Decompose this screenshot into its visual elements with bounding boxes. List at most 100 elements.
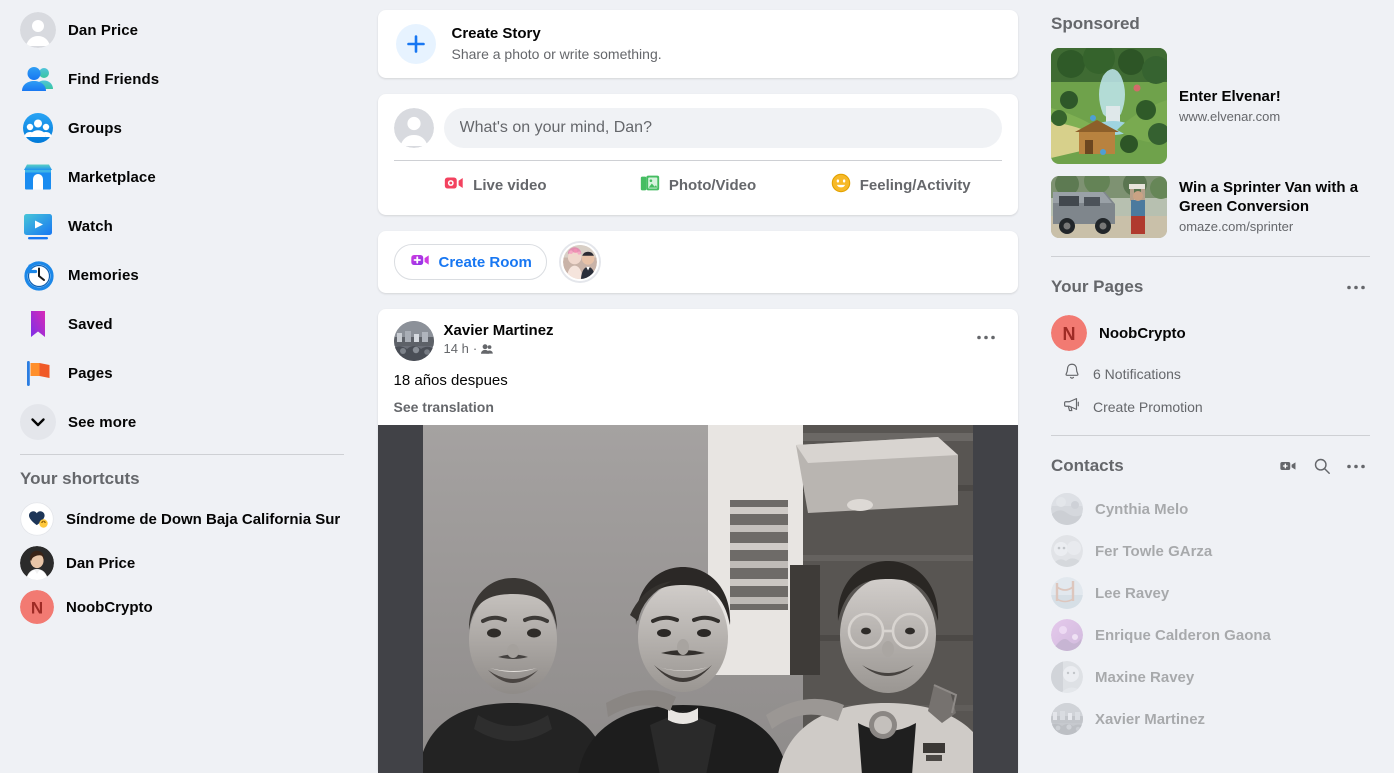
rooms-card: Create Room bbox=[377, 231, 1018, 293]
feeling-activity-button[interactable]: Feeling/Activity bbox=[799, 167, 1002, 203]
shortcut-label: Dan Price bbox=[66, 554, 136, 572]
post-author-avatar[interactable] bbox=[393, 321, 434, 361]
photo-letterbox-left bbox=[377, 425, 423, 773]
sponsored-ad-sprinter-van[interactable]: Win a Sprinter Van with a Green Conversi… bbox=[1043, 170, 1378, 244]
create-story-title: Create Story bbox=[451, 25, 541, 42]
bell-icon bbox=[1063, 362, 1081, 385]
contact-name: Enrique Calderon Gaona bbox=[1095, 626, 1271, 644]
sidebar-item-memories[interactable]: Memories bbox=[12, 253, 352, 297]
post-composer-card: Live video Photo/Video bbox=[377, 94, 1018, 215]
feeling-activity-icon bbox=[830, 172, 852, 199]
contacts-heading: Contacts bbox=[1051, 456, 1124, 475]
composer-input[interactable] bbox=[443, 108, 1002, 148]
sidebar-item-label: Pages bbox=[68, 364, 113, 382]
svg-text:N: N bbox=[1063, 324, 1076, 344]
page-notifications-label: 6 Notifications bbox=[1093, 365, 1181, 382]
saved-icon bbox=[20, 306, 56, 342]
photo-video-button[interactable]: Photo/Video bbox=[596, 167, 799, 203]
sprinter-van-thumb bbox=[1051, 176, 1167, 238]
sidebar-item-saved[interactable]: Saved bbox=[12, 302, 352, 346]
photo-video-label: Photo/Video bbox=[668, 176, 757, 194]
create-room-label: Create Room bbox=[438, 253, 532, 271]
create-story-subtitle: Share a photo or write something. bbox=[451, 46, 662, 62]
ad-title: Enter Elvenar! bbox=[1179, 87, 1281, 105]
pages-divider bbox=[1051, 435, 1370, 436]
sidebar-item-profile[interactable]: Dan Price bbox=[12, 8, 352, 52]
sidebar-item-label: Find Friends bbox=[68, 70, 160, 88]
enrique-calderon-gaona-avatar bbox=[1051, 619, 1083, 651]
contact-item[interactable]: Fer Towle GArza bbox=[1043, 530, 1378, 572]
your-pages-heading: Your Pages bbox=[1051, 277, 1144, 296]
elvenar-game-thumb bbox=[1051, 48, 1167, 164]
sidebar-item-marketplace[interactable]: Marketplace bbox=[12, 155, 352, 199]
create-story-card[interactable]: Create Story Share a photo or write some… bbox=[377, 10, 1018, 78]
page-name: NoobCrypto bbox=[1099, 324, 1186, 342]
facebook-page: Dan Price Find Friends Groups Marketplac… bbox=[0, 0, 1394, 773]
post-author-name[interactable]: Xavier Martinez bbox=[444, 321, 970, 340]
contact-item[interactable]: Xavier Martinez bbox=[1043, 698, 1378, 740]
watch-icon bbox=[20, 208, 56, 244]
live-video-button[interactable]: Live video bbox=[394, 167, 597, 203]
sidebar-item-label: Watch bbox=[68, 217, 113, 235]
shortcut-item-down-syndrome-group[interactable]: Síndrome de Down Baja California Sur bbox=[12, 497, 352, 541]
sidebar-item-label: Memories bbox=[68, 266, 139, 284]
svg-text:N: N bbox=[31, 599, 43, 618]
sidebar-item-label: Dan Price bbox=[68, 21, 139, 39]
ad-url: www.elvenar.com bbox=[1179, 108, 1281, 124]
chevron-down-icon bbox=[20, 404, 56, 440]
pages-flag-icon bbox=[20, 355, 56, 391]
post-photo[interactable] bbox=[377, 425, 1018, 773]
sidebar-item-groups[interactable]: Groups bbox=[12, 106, 352, 150]
photo-letterbox-right bbox=[972, 425, 1018, 773]
wedding-story-avatar[interactable] bbox=[560, 243, 599, 281]
lee-ravey-avatar bbox=[1051, 577, 1083, 609]
user-avatar-icon bbox=[20, 12, 56, 48]
your-pages-more-icon[interactable] bbox=[1342, 273, 1370, 301]
down-syndrome-group-avatar bbox=[20, 502, 54, 536]
right-sidebar: Sponsored Enter Elvenar! www.elvenar.com… bbox=[1035, 0, 1394, 773]
create-room-button[interactable]: Create Room bbox=[393, 244, 547, 280]
plus-icon bbox=[395, 24, 436, 64]
contacts-list: Cynthia Melo Fer Towle GArza Lee Ravey E… bbox=[1043, 488, 1378, 740]
sidebar-item-find-friends[interactable]: Find Friends bbox=[12, 57, 352, 101]
contact-item[interactable]: Maxine Ravey bbox=[1043, 656, 1378, 698]
news-feed: Create Story Share a photo or write some… bbox=[360, 0, 1035, 773]
contact-item[interactable]: Cynthia Melo bbox=[1043, 488, 1378, 530]
sidebar-item-label: See more bbox=[68, 413, 137, 431]
post-more-options-button[interactable] bbox=[970, 321, 1002, 353]
live-video-icon bbox=[443, 172, 465, 199]
sidebar-divider bbox=[20, 454, 344, 455]
page-create-promotion-label: Create Promotion bbox=[1093, 398, 1203, 415]
post-photo-image bbox=[377, 425, 1018, 773]
shortcut-item-noobcrypto[interactable]: N NoobCrypto bbox=[12, 585, 352, 629]
contact-item[interactable]: Lee Ravey bbox=[1043, 572, 1378, 614]
shortcut-item-dan-price[interactable]: Dan Price bbox=[12, 541, 352, 585]
composer-user-avatar[interactable] bbox=[393, 108, 434, 148]
ad-title: Win a Sprinter Van with a Green Conversi… bbox=[1179, 179, 1359, 215]
left-sidebar: Dan Price Find Friends Groups Marketplac… bbox=[0, 0, 360, 773]
sidebar-item-pages[interactable]: Pages bbox=[12, 351, 352, 395]
see-translation-link[interactable]: See translation bbox=[378, 391, 1018, 425]
shortcuts-heading: Your shortcuts bbox=[20, 469, 140, 488]
sponsored-ad-elvenar[interactable]: Enter Elvenar! www.elvenar.com bbox=[1043, 42, 1378, 170]
page-create-promotion-item[interactable]: Create Promotion bbox=[1043, 390, 1378, 423]
post-time-text: 14 h bbox=[443, 341, 469, 356]
contacts-more-icon[interactable] bbox=[1342, 452, 1370, 480]
live-video-label: Live video bbox=[473, 176, 547, 194]
ad-url: omaze.com/sprinter bbox=[1179, 219, 1294, 234]
video-plus-icon[interactable] bbox=[1274, 452, 1302, 480]
sidebar-item-watch[interactable]: Watch bbox=[12, 204, 352, 248]
page-notifications-item[interactable]: 6 Notifications bbox=[1043, 357, 1378, 390]
sponsored-heading: Sponsored bbox=[1051, 14, 1140, 33]
contact-item[interactable]: Enrique Calderon Gaona bbox=[1043, 614, 1378, 656]
photo-video-icon bbox=[639, 172, 661, 199]
your-pages-header: Your Pages bbox=[1043, 269, 1378, 309]
sidebar-item-label: Marketplace bbox=[68, 168, 156, 186]
contact-name: Lee Ravey bbox=[1095, 584, 1170, 602]
video-plus-icon bbox=[409, 249, 431, 276]
search-icon[interactable] bbox=[1308, 452, 1336, 480]
maxine-ravey-avatar bbox=[1051, 661, 1083, 693]
sidebar-item-see-more[interactable]: See more bbox=[12, 400, 352, 444]
page-item-noobcrypto[interactable]: N NoobCrypto bbox=[1043, 309, 1378, 357]
shortcut-label: NoobCrypto bbox=[66, 598, 153, 616]
